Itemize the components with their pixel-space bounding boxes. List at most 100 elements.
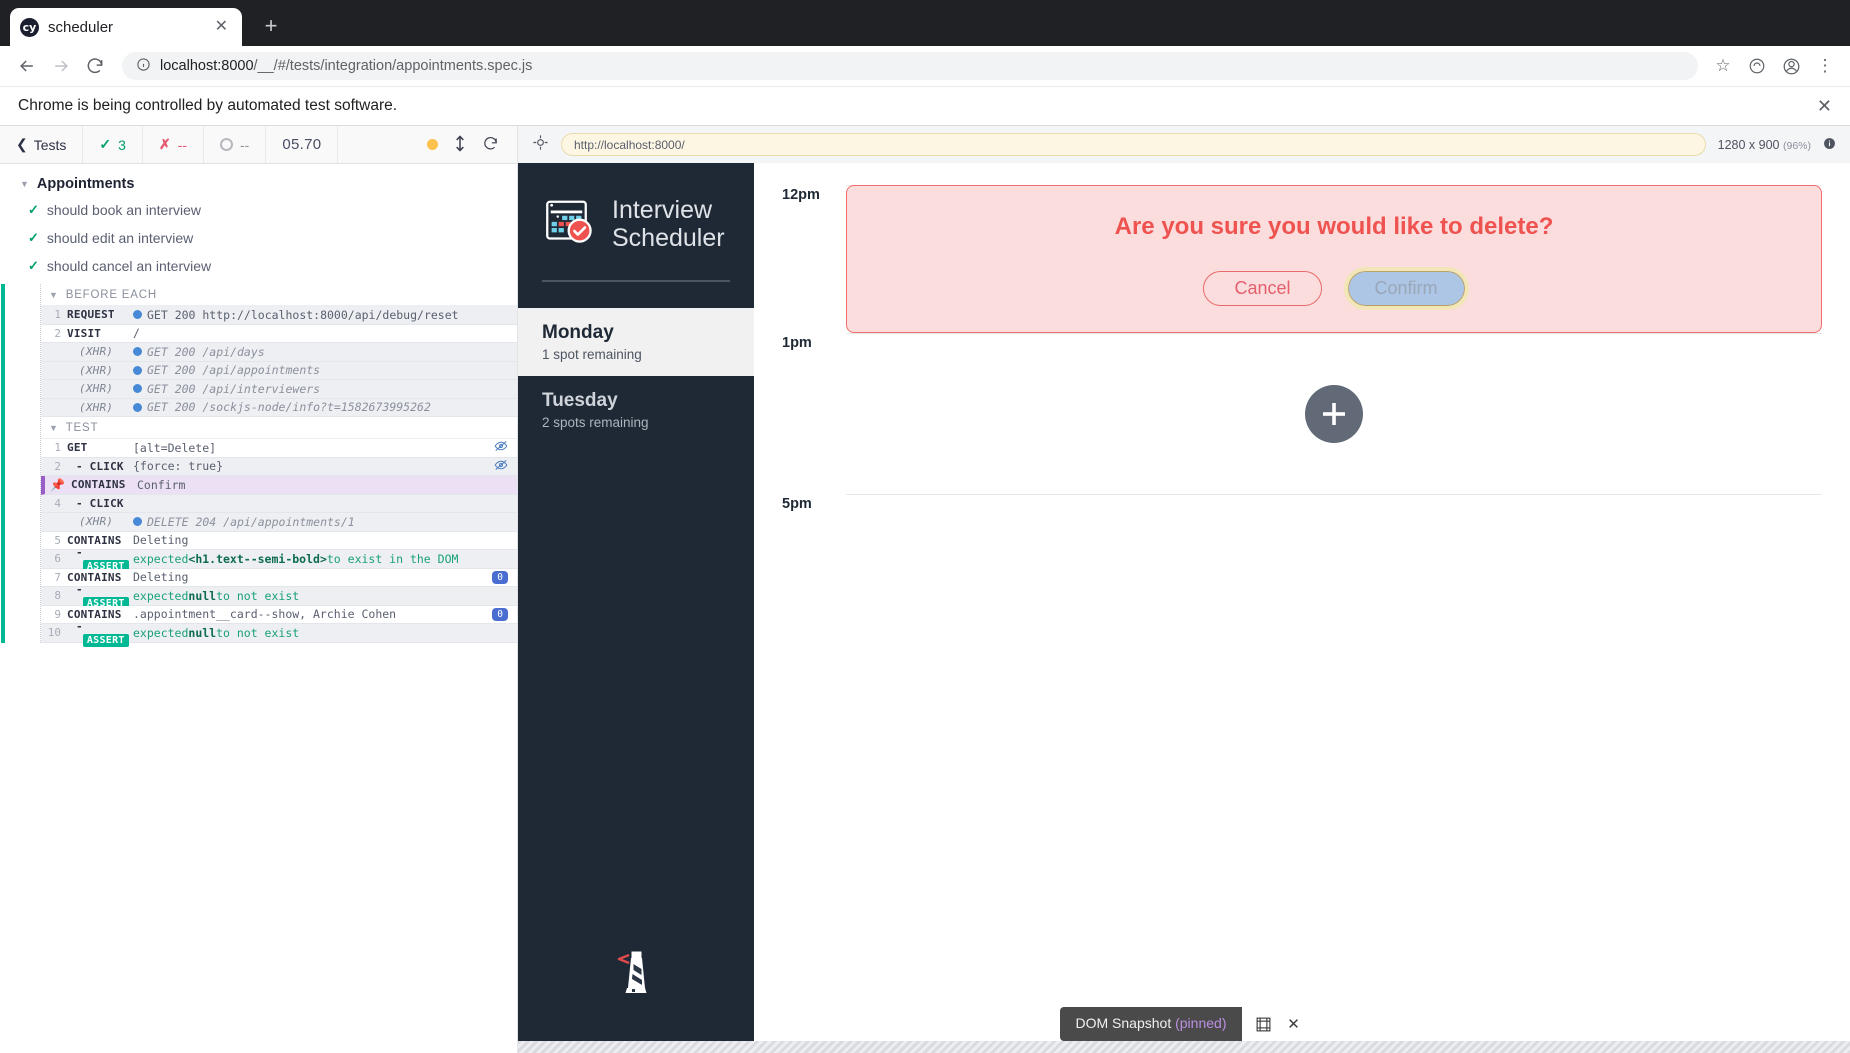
snapshot-label-text: DOM Snapshot — [1075, 1015, 1172, 1031]
check-icon: ✓ — [28, 202, 39, 217]
delete-confirm-dialog: Are you sure you would like to delete? C… — [846, 185, 1822, 333]
add-appointment-button[interactable] — [1305, 385, 1363, 443]
command-message: expected null to not exist — [133, 589, 517, 603]
command-message: GET 200 /api/appointments — [133, 363, 517, 377]
test-item-edit[interactable]: ✓ should edit an interview — [0, 224, 517, 252]
forward-button[interactable] — [46, 51, 76, 81]
suite-title[interactable]: ▼ Appointments — [0, 172, 517, 196]
command-number: 7 — [54, 570, 61, 584]
lighthouse-icon — [613, 946, 659, 1003]
command-message-text: GET 200 /api/appointments — [147, 363, 321, 378]
retry-count-badge: 0 — [492, 607, 508, 621]
command-message: Deleting — [133, 533, 189, 548]
command-name: - CLICK — [76, 496, 124, 510]
assert-subject: null — [188, 588, 217, 603]
back-to-tests-label: Tests — [33, 136, 67, 153]
command-name: (XHR) — [79, 345, 114, 359]
plus-icon — [1323, 403, 1345, 425]
eye-off-icon[interactable] — [494, 439, 508, 456]
eye-off-icon[interactable] — [494, 458, 508, 475]
command-message-text: GET 200 /sockjs-node/info?t=158267399526… — [147, 400, 431, 415]
auto-scroll-icon[interactable] — [454, 134, 466, 155]
day-list-item-tuesday[interactable]: Tuesday 2 spots remaining — [518, 376, 754, 444]
hook-label-test[interactable]: ▼ TEST — [41, 417, 517, 438]
command-row-assert[interactable]: 8 - ASSERT expected null to not exist — [41, 583, 517, 610]
back-button[interactable] — [12, 51, 42, 81]
browser-toolbar: localhost:8000/__/#/tests/integration/ap… — [0, 46, 1850, 87]
command-row-assert[interactable]: 10 - ASSERT expected null to not exist — [41, 620, 517, 647]
command-name: (XHR) — [79, 382, 114, 396]
command-row-xhr[interactable]: (XHR) DELETE 204 /api/appointments/1 — [41, 513, 517, 532]
new-tab-button[interactable]: + — [254, 9, 288, 43]
snapshot-close-icon[interactable]: ✕ — [1278, 1007, 1308, 1041]
address-bar[interactable]: localhost:8000/__/#/tests/integration/ap… — [122, 52, 1698, 80]
confirm-question: Are you sure you would like to delete? — [1114, 212, 1554, 240]
snapshot-toggle-icon[interactable] — [1248, 1007, 1278, 1041]
selector-playground-icon[interactable] — [532, 134, 549, 156]
dom-snapshot-actions: ✕ — [1248, 1007, 1309, 1041]
command-row-pinned[interactable]: 📌 CONTAINS Confirm — [41, 476, 517, 495]
command-message: Confirm — [137, 477, 186, 492]
reporter-body[interactable]: ▼ Appointments ✓ should book an intervie… — [0, 164, 517, 1053]
site-info-icon[interactable] — [136, 57, 151, 76]
restart-tests-icon[interactable] — [482, 135, 499, 155]
extension-icon[interactable] — [1744, 53, 1770, 79]
back-to-tests-button[interactable]: ❮ Tests — [0, 126, 84, 163]
browser-menu-icon[interactable]: ⋮ — [1812, 53, 1838, 79]
test-item-cancel[interactable]: ✓ should cancel an interview — [0, 252, 517, 280]
command-row-assert[interactable]: 6 - ASSERT expected <h1.text--semi-bold>… — [41, 546, 517, 573]
command-log: ▼ BEFORE EACH 1 REQUEST GET 200 http://l… — [1, 284, 517, 647]
infobar-close-icon[interactable]: ✕ — [1817, 96, 1832, 117]
command-number: 6 — [54, 552, 61, 566]
command-row[interactable]: 1 GET [alt=Delete] — [41, 439, 517, 458]
command-message: {force: true} — [133, 459, 224, 474]
command-row-xhr[interactable]: (XHR) GET 200 /api/appointments — [41, 361, 517, 380]
assert-post: to not exist — [216, 588, 300, 603]
aut-iframe[interactable]: Interview Scheduler Monday 1 spot remain… — [518, 163, 1850, 1053]
command-name: - CLICK — [76, 459, 124, 473]
resize-handle-strip[interactable] — [518, 1041, 1850, 1053]
command-message-text: GET 200 http://localhost:8000/api/debug/… — [147, 307, 459, 322]
brand-line-2: Scheduler — [612, 223, 725, 252]
aut-panel: http://localhost:8000/ 1280 x 900 (96%) — [518, 126, 1850, 1053]
aut-url-input[interactable]: http://localhost:8000/ — [561, 133, 1706, 156]
day-list: Monday 1 spot remaining Tuesday 2 spots … — [518, 308, 754, 444]
reload-button[interactable] — [80, 51, 110, 81]
info-icon[interactable] — [1823, 137, 1836, 153]
command-row-xhr[interactable]: (XHR) GET 200 /api/interviewers — [41, 380, 517, 399]
reporter-header: ❮ Tests ✓ 3 ✗ -- -- 05.70 — [0, 126, 517, 164]
chevron-down-icon: ▼ — [49, 290, 59, 300]
test-item-book[interactable]: ✓ should book an interview — [0, 196, 517, 224]
day-list-item-monday[interactable]: Monday 1 spot remaining — [518, 308, 754, 376]
check-icon: ✓ — [28, 258, 39, 273]
profile-avatar-icon[interactable] — [1778, 53, 1804, 79]
request-dot-icon — [133, 402, 142, 412]
command-message-text: DELETE 204 /api/appointments/1 — [147, 514, 355, 529]
bookmark-star-icon[interactable]: ☆ — [1710, 53, 1736, 79]
stat-passed: ✓ 3 — [83, 126, 143, 163]
viewport-scale: (96%) — [1782, 139, 1811, 152]
command-row[interactable]: 1 REQUEST GET 200 http://localhost:8000/… — [41, 306, 517, 325]
request-dot-icon — [133, 365, 142, 375]
browser-tab[interactable]: cy scheduler ✕ — [10, 8, 242, 46]
stat-failed: ✗ -- — [143, 126, 205, 163]
command-row-xhr[interactable]: (XHR) GET 200 /api/days — [41, 343, 517, 362]
command-number: 4 — [54, 496, 61, 510]
cypress-favicon: cy — [20, 17, 39, 37]
empty-slot — [846, 334, 1822, 494]
command-row[interactable]: 2 VISIT / — [41, 324, 517, 343]
tab-close-icon[interactable]: ✕ — [211, 19, 232, 35]
slot-time-label: 12pm — [782, 187, 820, 203]
command-row-actions: 0 — [492, 570, 517, 584]
assert-post: to not exist — [216, 625, 300, 640]
day-name: Tuesday — [542, 390, 618, 411]
pending-count: -- — [240, 136, 250, 153]
confirm-button[interactable]: Confirm — [1343, 266, 1469, 310]
appointment-slot-1pm: 1pm — [782, 333, 1822, 494]
hook-label-before-each[interactable]: ▼ BEFORE EACH — [41, 284, 517, 305]
command-row-xhr[interactable]: (XHR) GET 200 /sockjs-node/info?t=158267… — [41, 398, 517, 417]
cancel-button[interactable]: Cancel — [1203, 270, 1322, 306]
command-row[interactable]: 4 - CLICK — [41, 494, 517, 513]
command-row[interactable]: 2 - CLICK {force: true} — [41, 457, 517, 476]
check-icon: ✓ — [28, 230, 39, 245]
